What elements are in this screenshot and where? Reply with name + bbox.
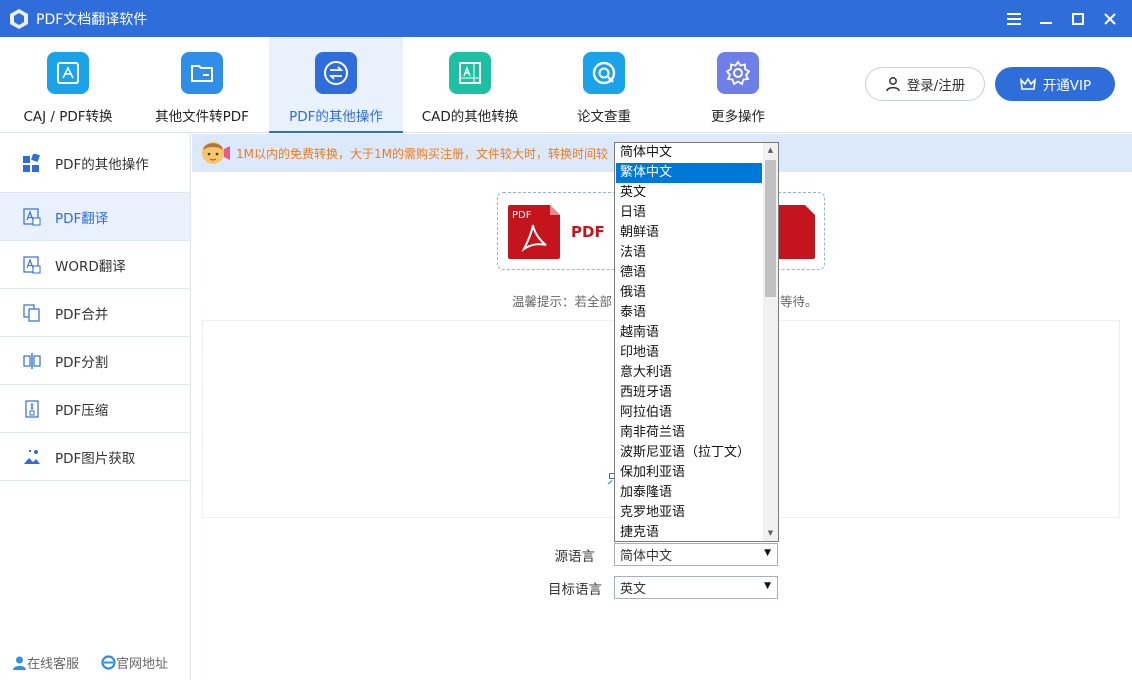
sidebar-item-label: PDF合并 [55, 306, 109, 323]
source-language-label: 源语言 [554, 549, 596, 565]
folder-icon [181, 52, 223, 94]
source-language-dropdown-list[interactable]: 简体中文 繁体中文 英文 日语 朝鲜语 法语 德语 俄语 泰语 越南语 印地语 … [614, 142, 779, 542]
sidebar-item-word-translate[interactable]: WORD翻译 [0, 241, 190, 289]
sidebar-item-label: PDF图片获取 [55, 450, 136, 467]
maximize-icon[interactable] [1062, 0, 1094, 37]
image-extract-icon [22, 447, 42, 467]
language-option[interactable]: 西班牙语 [616, 383, 762, 403]
language-option[interactable]: 加泰隆语 [616, 483, 762, 503]
language-option[interactable]: 俄语 [616, 283, 762, 303]
svg-text:PDF: PDF [512, 210, 532, 221]
sidebar-item-label: WORD翻译 [55, 258, 126, 275]
language-option[interactable]: 克罗地亚语 [616, 503, 762, 523]
customer-service-icon [13, 656, 26, 670]
cad-icon [449, 52, 491, 94]
tool-more-ops[interactable]: 更多操作 [671, 37, 805, 133]
tool-other-to-pdf[interactable]: 其他文件转PDF [135, 37, 269, 133]
source-language-value: 简体中文 [620, 549, 673, 564]
sidebar-footer: 在线客服 官网地址 [12, 653, 190, 672]
dropdown-scrollbar[interactable]: ▲ ▼ [763, 143, 778, 541]
compress-icon [22, 399, 42, 419]
notice-text: 1M以内的免费转换，大于1M的需购买注册，文件较大时，转换时间较 [236, 146, 608, 161]
scroll-down-icon[interactable]: ▼ [763, 526, 778, 541]
tool-label: 更多操作 [711, 109, 765, 125]
language-option[interactable]: 越南语 [616, 323, 762, 343]
gear-icon [717, 52, 759, 94]
source-language-select[interactable]: 简体中文 ▼ [614, 543, 778, 566]
language-option-highlighted[interactable]: 繁体中文 [616, 163, 762, 183]
language-option[interactable]: 捷克语 [616, 523, 762, 543]
translate-icon [22, 255, 42, 275]
sidebar-item-label: PDF分割 [55, 354, 109, 371]
mascot-icon [202, 142, 230, 164]
browser-icon [101, 655, 116, 670]
scrollbar-thumb[interactable] [765, 160, 776, 297]
language-option[interactable]: 保加利亚语 [616, 463, 762, 483]
scroll-up-icon[interactable]: ▲ [763, 143, 778, 158]
minimize-icon[interactable] [1030, 0, 1062, 37]
sidebar-item-label: PDF的其他操作 [55, 157, 149, 173]
close-icon[interactable] [1094, 0, 1126, 37]
check-icon [583, 52, 625, 94]
tool-label: PDF的其他操作 [289, 109, 383, 125]
sidebar-item-pdf-other-ops[interactable]: PDF的其他操作 [0, 134, 190, 193]
open-vip-label: 开通VIP [1042, 78, 1092, 94]
official-website-link[interactable]: 官网地址 [101, 653, 168, 672]
grid-icon [22, 153, 42, 173]
translate-icon [22, 207, 42, 227]
language-option[interactable]: 简体中文 [616, 143, 762, 163]
merge-icon [22, 303, 42, 323]
open-vip-button[interactable]: 开通VIP [995, 67, 1115, 101]
main-toolbar: CAJ / PDF转换 其他文件转PDF PDF的其他操作 CAD的其他转换 论… [0, 37, 1132, 133]
language-option[interactable]: 波斯尼亚语（拉丁文） [616, 443, 762, 463]
language-option[interactable]: 南非荷兰语 [616, 423, 762, 443]
app-logo-icon [10, 8, 28, 29]
login-register-label: 登录/注册 [906, 78, 966, 94]
dropdown-arrow-icon: ▼ [764, 581, 771, 591]
sidebar-item-label: PDF翻译 [55, 210, 109, 227]
language-option[interactable]: 德语 [616, 263, 762, 283]
target-language-select[interactable]: 英文 ▼ [614, 576, 778, 599]
language-option[interactable]: 日语 [616, 203, 762, 223]
pdf-format-label: PDF [571, 223, 605, 241]
tool-cad-convert[interactable]: CAD的其他转换 [403, 37, 537, 133]
user-icon [885, 77, 900, 92]
tool-label: CAJ / PDF转换 [23, 109, 113, 125]
sidebar-item-pdf-merge[interactable]: PDF合并 [0, 289, 190, 337]
language-option[interactable]: 法语 [616, 243, 762, 263]
language-option[interactable]: 泰语 [616, 303, 762, 323]
window-title: PDF文档翻译软件 [36, 11, 148, 28]
crown-icon [1019, 77, 1036, 90]
sidebar-item-pdf-translate[interactable]: PDF翻译 [0, 193, 190, 241]
tip-text-end: 等待。 [780, 294, 818, 309]
sidebar-item-pdf-split[interactable]: PDF分割 [0, 337, 190, 385]
language-option[interactable]: 印地语 [616, 343, 762, 363]
tool-pdf-other-ops[interactable]: PDF的其他操作 [269, 37, 403, 133]
tool-label: 其他文件转PDF [155, 109, 249, 125]
language-option[interactable]: 朝鲜语 [616, 223, 762, 243]
split-icon [22, 351, 42, 371]
sidebar-item-pdf-image-extract[interactable]: PDF图片获取 [0, 433, 190, 481]
target-language-label: 目标语言 [548, 582, 602, 598]
tool-label: 论文查重 [577, 109, 631, 125]
language-option[interactable]: 意大利语 [616, 363, 762, 383]
sidebar-item-label: PDF压缩 [55, 402, 109, 419]
tip-text: 温馨提示：若全部 [512, 294, 613, 309]
swap-icon [315, 52, 357, 94]
language-option[interactable]: 阿拉伯语 [616, 403, 762, 423]
online-service-link[interactable]: 在线客服 [12, 653, 79, 672]
menu-icon[interactable] [998, 0, 1030, 37]
title-bar: PDF文档翻译软件 [0, 0, 1132, 37]
tool-thesis-check[interactable]: 论文查重 [537, 37, 671, 133]
dropdown-arrow-icon: ▼ [764, 548, 771, 558]
caj-pdf-convert-icon [47, 52, 89, 94]
language-option[interactable]: 英文 [616, 183, 762, 203]
target-language-value: 英文 [620, 582, 647, 597]
sidebar-item-pdf-compress[interactable]: PDF压缩 [0, 385, 190, 433]
sidebar: PDF的其他操作 PDF翻译 WORD翻译 PDF合并 PDF分割 PDF压缩 [0, 134, 191, 680]
tool-label: CAD的其他转换 [421, 109, 519, 125]
tool-caj-pdf-convert[interactable]: CAJ / PDF转换 [1, 37, 135, 133]
login-register-button[interactable]: 登录/注册 [865, 67, 985, 101]
pdf-file-icon: PDF [508, 205, 560, 259]
